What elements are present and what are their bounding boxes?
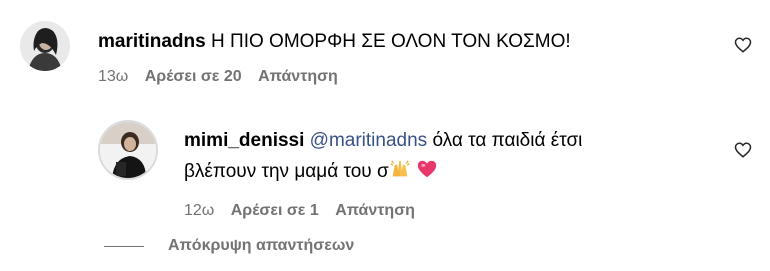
comment-username[interactable]: maritinadns: [98, 31, 206, 52]
reply-reply-button[interactable]: Απάντηση: [335, 202, 415, 219]
hide-replies-label: Απόκρυψη απαντήσεων: [168, 237, 355, 254]
reply-text-2: βλέπουν την μαμά του σ: [184, 161, 389, 182]
reply-text-line-1: mimi_denissi @maritinadns όλα τα παιδιά …: [184, 129, 582, 153]
comment-meta: 13ω Αρέσει σε 20 Απάντηση: [98, 67, 350, 87]
comment-reply-button[interactable]: Απάντηση: [258, 68, 338, 85]
avatar[interactable]: [20, 21, 70, 71]
raising-hands-emoji: [389, 158, 411, 180]
reply-username[interactable]: mimi_denissi: [184, 130, 304, 151]
comment-text: Η ΠΙΟ ΟΜΟΡΦΗ ΣΕ ΟΛΟΝ ΤΟΝ ΚΟΣΜΟ!: [210, 31, 571, 52]
comment-text-line: maritinadns Η ΠΙΟ ΟΜΟΡΦΗ ΣΕ ΟΛΟΝ ΤΟΝ ΚΟΣ…: [98, 30, 571, 54]
profile-photo-icon: [100, 122, 156, 178]
hide-replies-divider: [104, 246, 144, 247]
heart-outline-icon[interactable]: [734, 141, 752, 159]
reply-time: 12ω: [184, 202, 215, 219]
pink-heart-emoji: [416, 158, 438, 180]
profile-photo-icon: [20, 21, 70, 71]
heart-outline-icon[interactable]: [734, 36, 752, 54]
reply-mention-link[interactable]: @maritinadns: [310, 130, 428, 151]
reply-likes-link[interactable]: Αρέσει σε 1: [231, 202, 319, 219]
comments-section: maritinadns Η ΠΙΟ ΟΜΟΡΦΗ ΣΕ ΟΛΟΝ ΤΟΝ ΚΟΣ…: [0, 0, 770, 271]
reply-meta: 12ω Αρέσει σε 1 Απάντηση: [184, 201, 427, 221]
comment-likes-link[interactable]: Αρέσει σε 20: [145, 68, 242, 85]
reply-text-line-2: βλέπουν την μαμά του σ: [184, 158, 438, 184]
avatar[interactable]: [98, 120, 158, 180]
reply-text-1: όλα τα παιδιά έτσι: [432, 130, 583, 151]
comment-time: 13ω: [98, 68, 129, 85]
